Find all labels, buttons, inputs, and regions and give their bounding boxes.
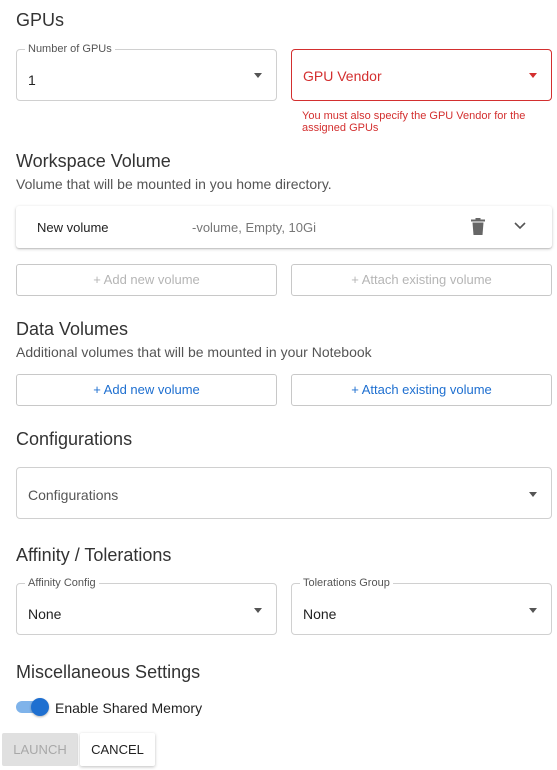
data-volumes-subtitle: Additional volumes that will be mounted …: [16, 344, 372, 360]
caret-down-icon: [254, 73, 262, 78]
data-volumes-title: Data Volumes: [16, 319, 129, 339]
gpu-vendor-select[interactable]: GPU Vendor: [291, 49, 552, 101]
tolerations-group-label: Tolerations Group: [300, 577, 393, 590]
affinity-config-label: Affinity Config: [25, 577, 99, 590]
number-of-gpus-select[interactable]: Number of GPUs 1: [16, 43, 277, 101]
configurations-placeholder: Configurations: [28, 487, 119, 503]
workspace-volume-title: Workspace Volume: [16, 151, 171, 171]
cancel-button[interactable]: CANCEL: [80, 733, 155, 766]
toggle-knob: [31, 698, 49, 716]
gpu-vendor-error-line2: assigned GPUs: [302, 122, 379, 134]
misc-settings-title: Miscellaneous Settings: [16, 662, 201, 682]
caret-down-icon: [254, 608, 262, 613]
configurations-select[interactable]: Configurations: [16, 467, 552, 519]
affinity-tolerations-title: Affinity / Tolerations: [16, 545, 172, 565]
volume-description: -volume, Empty, 10Gi: [192, 220, 317, 235]
workspace-add-new-volume-button[interactable]: + Add new volume: [16, 264, 277, 296]
gpus-title: GPUs: [16, 10, 65, 30]
data-attach-existing-volume-button[interactable]: + Attach existing volume: [291, 374, 552, 406]
caret-down-icon: [529, 608, 537, 613]
gpu-vendor-error-line1: You must also specify the GPU Vendor for…: [302, 110, 526, 122]
affinity-config-select[interactable]: Affinity Config None: [16, 577, 277, 635]
tolerations-group-value: None: [303, 606, 337, 622]
workspace-volume-card[interactable]: New volume -volume, Empty, 10Gi: [16, 206, 552, 248]
gpu-vendor-placeholder: GPU Vendor: [303, 68, 382, 84]
shared-memory-label: Enable Shared Memory: [55, 700, 203, 716]
data-add-new-volume-button[interactable]: + Add new volume: [16, 374, 277, 406]
trash-icon[interactable]: [471, 218, 485, 235]
caret-down-icon: [529, 73, 537, 78]
volume-name: New volume: [37, 220, 109, 235]
chevron-down-icon[interactable]: [513, 221, 527, 231]
launch-button[interactable]: LAUNCH: [2, 733, 78, 766]
workspace-attach-existing-volume-button[interactable]: + Attach existing volume: [291, 264, 552, 296]
shared-memory-toggle[interactable]: [16, 698, 49, 716]
tolerations-group-select[interactable]: Tolerations Group None: [291, 577, 552, 635]
number-of-gpus-label: Number of GPUs: [25, 43, 115, 56]
affinity-config-value: None: [28, 606, 62, 622]
configurations-title: Configurations: [16, 429, 133, 449]
caret-down-icon: [529, 492, 537, 497]
number-of-gpus-value: 1: [28, 72, 36, 88]
workspace-volume-subtitle: Volume that will be mounted in you home …: [16, 176, 332, 192]
